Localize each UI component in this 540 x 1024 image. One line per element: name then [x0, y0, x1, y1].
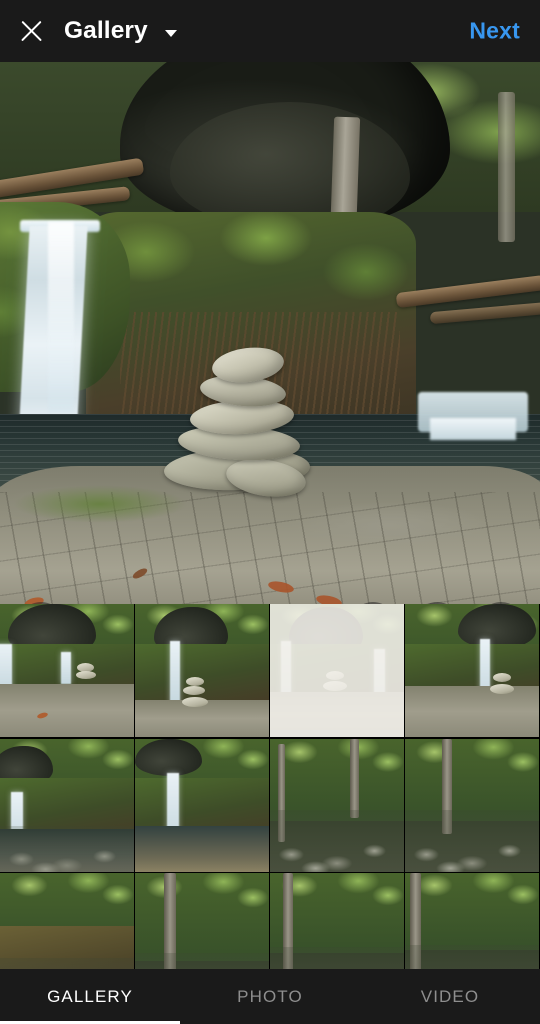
list-item[interactable]	[135, 873, 269, 969]
list-item[interactable]	[135, 738, 269, 872]
tab-video[interactable]: VIDEO	[360, 987, 540, 1007]
gallery-picker-screen: Gallery Next GALLERY PHOTO VIDEO	[0, 0, 540, 1024]
list-item[interactable]	[270, 738, 404, 872]
gallery-album-selector[interactable]: Gallery	[64, 17, 177, 45]
preview-image	[0, 62, 540, 604]
photo-preview[interactable]: ∞	[0, 62, 540, 604]
gallery-thumbnail-grid[interactable]	[0, 604, 540, 969]
list-item[interactable]	[270, 873, 404, 969]
list-item[interactable]	[0, 604, 134, 737]
list-item[interactable]	[135, 604, 269, 737]
list-item[interactable]	[0, 873, 134, 969]
bottom-tab-bar: GALLERY PHOTO VIDEO	[0, 969, 540, 1024]
top-header-bar: Gallery Next	[0, 0, 540, 62]
list-item[interactable]	[405, 873, 539, 969]
list-item[interactable]	[0, 738, 134, 872]
cairn-subject	[163, 343, 318, 502]
list-item[interactable]	[270, 604, 404, 737]
list-item[interactable]	[405, 604, 539, 737]
tab-gallery[interactable]: GALLERY	[0, 987, 180, 1007]
next-button[interactable]: Next	[469, 18, 520, 45]
tab-photo[interactable]: PHOTO	[180, 987, 360, 1007]
close-icon	[18, 18, 44, 44]
chevron-down-icon	[164, 29, 177, 37]
close-button[interactable]	[0, 0, 62, 62]
page-title: Gallery	[64, 17, 148, 44]
list-item[interactable]	[405, 738, 539, 872]
